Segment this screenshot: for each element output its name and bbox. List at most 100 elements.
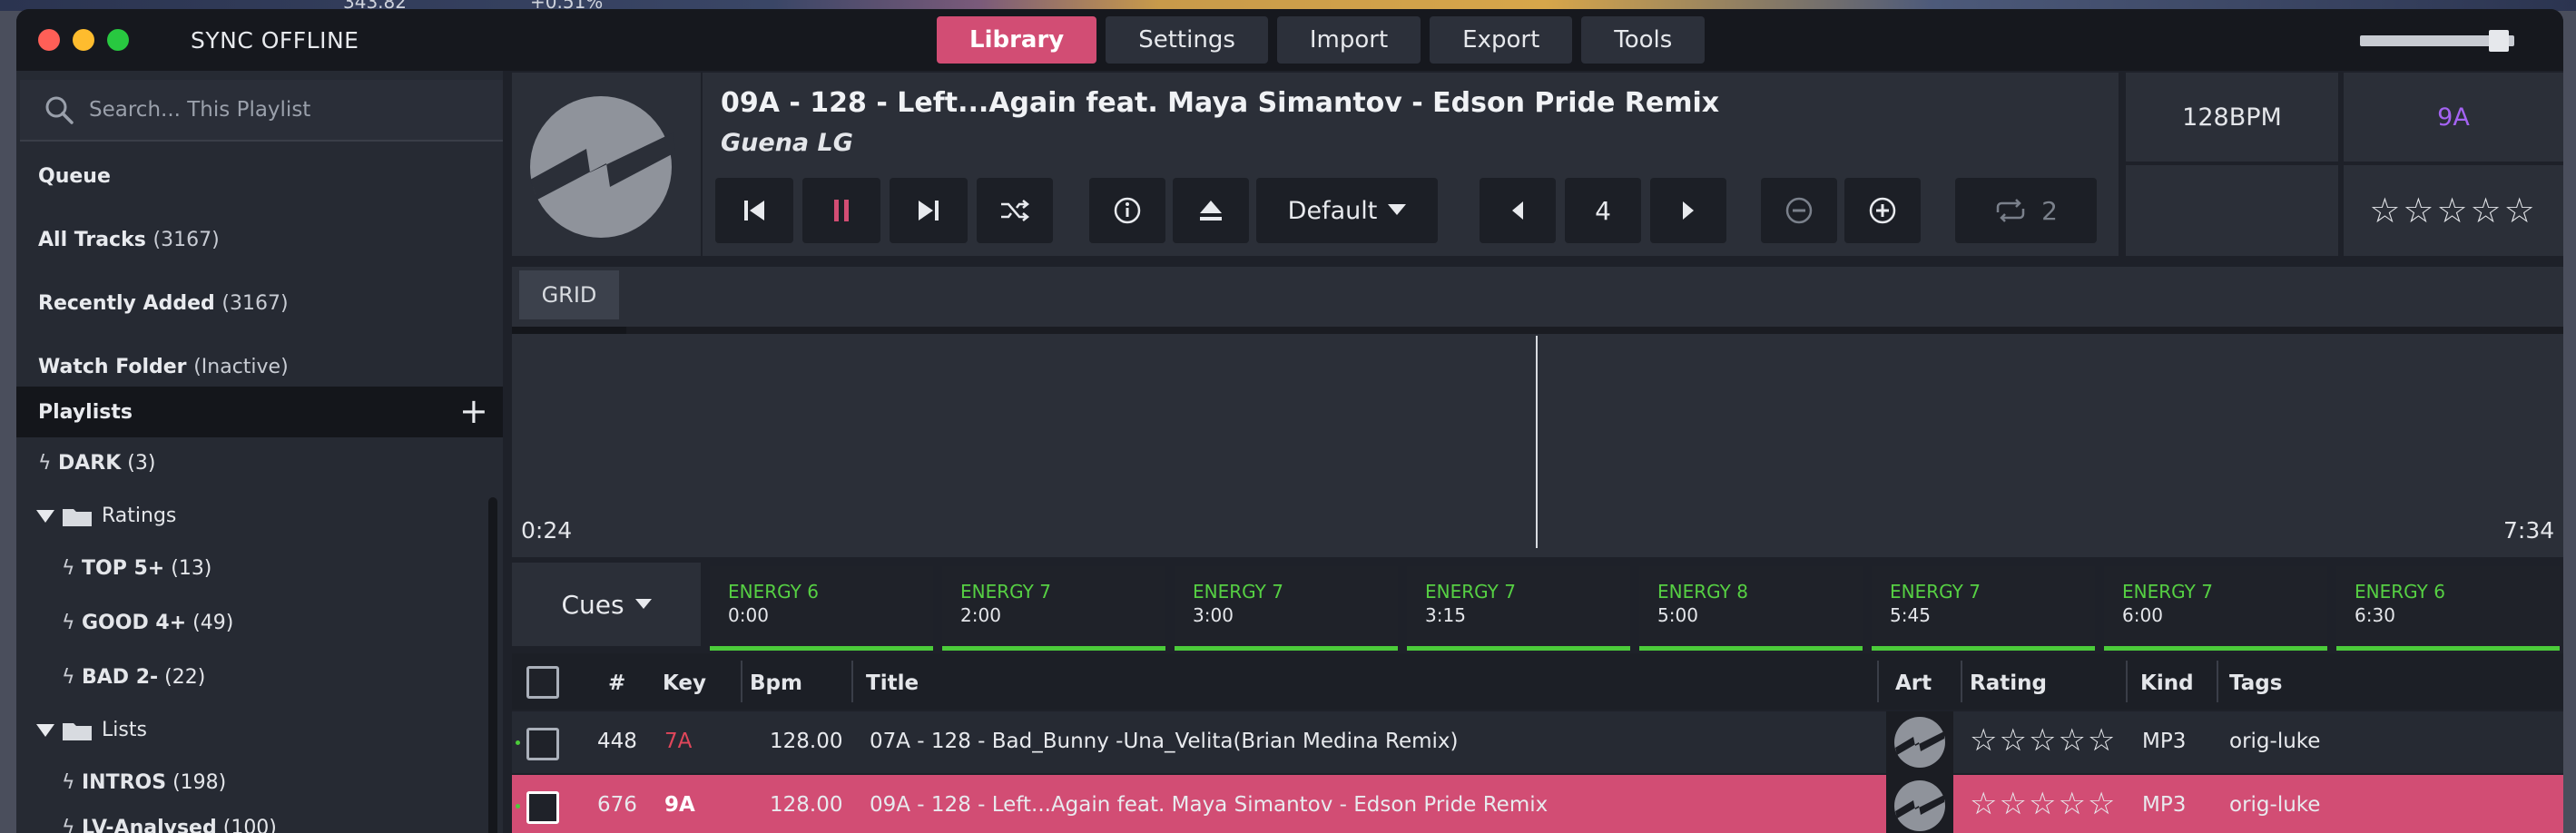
playlist-name: DARK <box>58 452 122 475</box>
playlist-item-good4[interactable]: ϟ GOOD 4+ (49) <box>62 612 233 634</box>
cues-dropdown[interactable]: Cues <box>512 563 701 646</box>
cue-point[interactable]: ENERGY 7 6:00 <box>2104 566 2327 651</box>
sidebar-scrollbar[interactable] <box>488 497 497 833</box>
analyzed-indicator <box>516 804 520 808</box>
cue-time: 2:00 <box>960 604 1001 626</box>
add-playlist-button[interactable]: + <box>459 394 488 428</box>
zoom-window-button[interactable] <box>107 29 129 51</box>
triangle-left-icon <box>1512 201 1523 220</box>
volume-slider[interactable] <box>2360 30 2514 52</box>
preset-dropdown[interactable]: Default <box>1256 178 1438 243</box>
sidebar-item-queue[interactable]: Queue <box>38 165 111 188</box>
chevron-down-icon <box>634 599 652 609</box>
tab-export[interactable]: Export <box>1430 16 1573 64</box>
playhead[interactable] <box>1536 336 1538 548</box>
tab-tools[interactable]: Tools <box>1581 16 1706 64</box>
cue-point[interactable]: ENERGY 6 6:30 <box>2336 566 2560 651</box>
search-box[interactable]: Search... This Playlist <box>20 80 503 142</box>
sidebar-item-all-tracks[interactable]: All Tracks (3167) <box>38 229 220 251</box>
playlist-name: GOOD 4+ <box>82 612 187 634</box>
cue-energy: ENERGY 7 <box>960 581 1051 603</box>
overview-bar[interactable] <box>512 327 2563 334</box>
tab-import[interactable]: Import <box>1276 16 1421 64</box>
tab-library[interactable]: Library <box>937 16 1097 64</box>
cue-point[interactable]: ENERGY 7 3:00 <box>1175 566 1398 651</box>
row-num: 676 <box>597 793 637 817</box>
row-tags: orig-luke <box>2229 730 2321 753</box>
cue-energy: ENERGY 7 <box>2122 581 2213 603</box>
playlist-item-lv-analysed[interactable]: ϟ LV-Analysed (100) <box>62 817 277 833</box>
smart-playlist-icon: ϟ <box>62 666 75 689</box>
cue-point[interactable]: ENERGY 7 5:45 <box>1872 566 2095 651</box>
select-all-checkbox[interactable] <box>526 666 559 699</box>
close-window-button[interactable] <box>38 29 60 51</box>
cue-point[interactable]: ENERGY 6 0:00 <box>710 566 933 651</box>
chevron-down-icon <box>1388 204 1407 215</box>
cue-time: 3:00 <box>1193 604 1234 626</box>
row-checkbox[interactable] <box>526 791 559 824</box>
cue-time: 6:30 <box>2355 604 2395 626</box>
column-bpm[interactable]: Bpm <box>750 671 802 695</box>
folder-icon <box>63 723 92 740</box>
column-num[interactable]: # <box>608 671 625 695</box>
column-kind[interactable]: Kind <box>2140 671 2194 695</box>
column-art[interactable]: Art <box>1895 671 1932 695</box>
search-input[interactable]: Search... This Playlist <box>89 98 310 122</box>
cue-point[interactable]: ENERGY 7 3:15 <box>1407 566 1630 651</box>
row-rating-stars[interactable]: ☆☆☆☆☆ <box>1970 722 2117 759</box>
beat-jump-forward-button[interactable] <box>1650 178 1726 243</box>
sidebar-item-status: (Inactive) <box>193 356 289 378</box>
table-row-selected[interactable]: 676 9A 128.00 09A - 128 - Left...Again f… <box>512 775 2563 833</box>
beat-jump-back-button[interactable] <box>1480 178 1556 243</box>
row-rating-stars[interactable]: ☆☆☆☆☆ <box>1970 786 2117 822</box>
tab-settings[interactable]: Settings <box>1106 16 1268 64</box>
playlist-item-dark[interactable]: ϟ DARK (3) <box>38 452 155 475</box>
expand-triangle-icon[interactable] <box>36 724 54 737</box>
volume-knob[interactable] <box>2489 30 2509 52</box>
playlist-item-top5[interactable]: ϟ TOP 5+ (13) <box>62 557 211 580</box>
zoom-out-button[interactable] <box>1761 178 1837 243</box>
column-rating[interactable]: Rating <box>1970 671 2047 695</box>
smart-playlist-icon: ϟ <box>38 452 52 475</box>
sidebar: Search... This Playlist Queue All Tracks… <box>16 71 503 833</box>
cue-point[interactable]: ENERGY 7 2:00 <box>942 566 1165 651</box>
skip-back-icon <box>744 201 764 220</box>
folder-ratings[interactable]: Ratings <box>36 505 176 527</box>
sidebar-item-label: Recently Added <box>38 292 215 315</box>
table-row[interactable]: 448 7A 128.00 07A - 128 - Bad_Bunny -Una… <box>512 711 2563 773</box>
pause-button[interactable] <box>802 178 880 243</box>
cue-point[interactable]: ENERGY 8 5:00 <box>1639 566 1863 651</box>
playlist-item-intros[interactable]: ϟ INTROS (198) <box>62 771 226 794</box>
smart-playlist-icon: ϟ <box>62 817 75 833</box>
row-kind: MP3 <box>2142 730 2187 753</box>
loop-button[interactable]: 2 <box>1955 178 2097 243</box>
minimize-window-button[interactable] <box>73 29 94 51</box>
pause-icon <box>834 200 849 221</box>
row-tags: orig-luke <box>2229 793 2321 817</box>
row-checkbox[interactable] <box>526 728 559 760</box>
expand-triangle-icon[interactable] <box>36 510 54 523</box>
plus-circle-icon <box>1869 197 1896 224</box>
column-title[interactable]: Title <box>866 671 919 695</box>
folder-lists[interactable]: Lists <box>36 719 147 741</box>
sidebar-item-count: (3167) <box>152 229 220 251</box>
art-column <box>1886 711 1953 833</box>
track-info-button[interactable] <box>1089 178 1165 243</box>
column-key[interactable]: Key <box>663 671 706 695</box>
tab-grid[interactable]: GRID <box>519 270 619 319</box>
repeat-icon <box>1996 199 2025 222</box>
sidebar-item-watch-folder[interactable]: Watch Folder (Inactive) <box>38 356 289 378</box>
playlist-item-bad2[interactable]: ϟ BAD 2- (22) <box>62 666 205 689</box>
sidebar-item-recently-added[interactable]: Recently Added (3167) <box>38 292 289 315</box>
rating-stars[interactable]: ☆☆☆☆☆ <box>2344 165 2563 256</box>
zoom-in-button[interactable] <box>1844 178 1921 243</box>
previous-track-button[interactable] <box>715 178 793 243</box>
cue-time: 3:15 <box>1425 604 1466 626</box>
waveform-panel[interactable] <box>512 267 2563 557</box>
shuffle-button[interactable] <box>977 178 1053 243</box>
next-track-button[interactable] <box>890 178 968 243</box>
column-tags[interactable]: Tags <box>2229 671 2282 695</box>
cue-time: 5:00 <box>1657 604 1698 626</box>
eject-button[interactable] <box>1173 178 1249 243</box>
now-playing-title: 09A - 128 - Left...Again feat. Maya Sima… <box>721 87 1720 119</box>
